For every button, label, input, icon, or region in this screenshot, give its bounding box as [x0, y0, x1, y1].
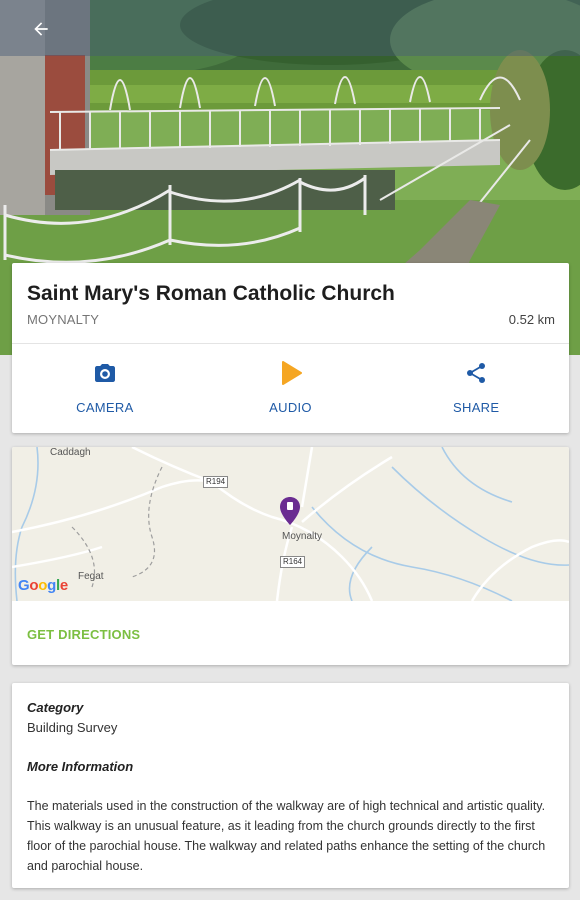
share-icon — [467, 363, 486, 383]
map-card: Caddagh R194 Moynalty R164 Fegat Google … — [12, 447, 569, 665]
share-button[interactable]: SHARE — [383, 344, 569, 433]
poi-header-card: Saint Mary's Roman Catholic Church MOYNA… — [12, 263, 569, 433]
poi-distance: 0.52 km — [508, 312, 555, 327]
map-label-fegat: Fegat — [78, 571, 104, 582]
camera-label: CAMERA — [76, 400, 134, 415]
more-info-heading: More Information — [27, 759, 134, 774]
get-directions-button[interactable]: GET DIRECTIONS — [27, 627, 140, 642]
action-bar: CAMERA AUDIO SHARE — [12, 344, 569, 433]
description-text: The materials used in the construction o… — [27, 799, 546, 873]
arrow-back-icon — [34, 22, 48, 36]
google-logo: Google — [18, 577, 68, 594]
poi-title: Saint Mary's Roman Catholic Church — [27, 282, 395, 305]
category-heading: Category — [27, 700, 84, 715]
audio-button[interactable]: AUDIO — [198, 344, 384, 433]
map-label-caddagh: Caddagh — [50, 447, 91, 458]
share-label: SHARE — [453, 400, 500, 415]
road-shield-r194: R194 — [203, 476, 229, 488]
poi-location: MOYNALTY — [27, 312, 100, 327]
app-bar — [0, 0, 580, 56]
camera-button[interactable]: CAMERA — [12, 344, 198, 433]
category-value: Building Survey — [27, 720, 118, 735]
audio-label: AUDIO — [269, 400, 312, 415]
play-icon — [281, 361, 302, 385]
map-view[interactable]: Caddagh R194 Moynalty R164 Fegat Google — [12, 447, 569, 601]
info-card: Category Building Survey More Informatio… — [12, 683, 569, 888]
road-shield-r164: R164 — [280, 556, 306, 568]
camera-icon — [94, 364, 115, 382]
map-label-moynalty: Moynalty — [282, 531, 323, 542]
back-button[interactable] — [26, 14, 56, 44]
